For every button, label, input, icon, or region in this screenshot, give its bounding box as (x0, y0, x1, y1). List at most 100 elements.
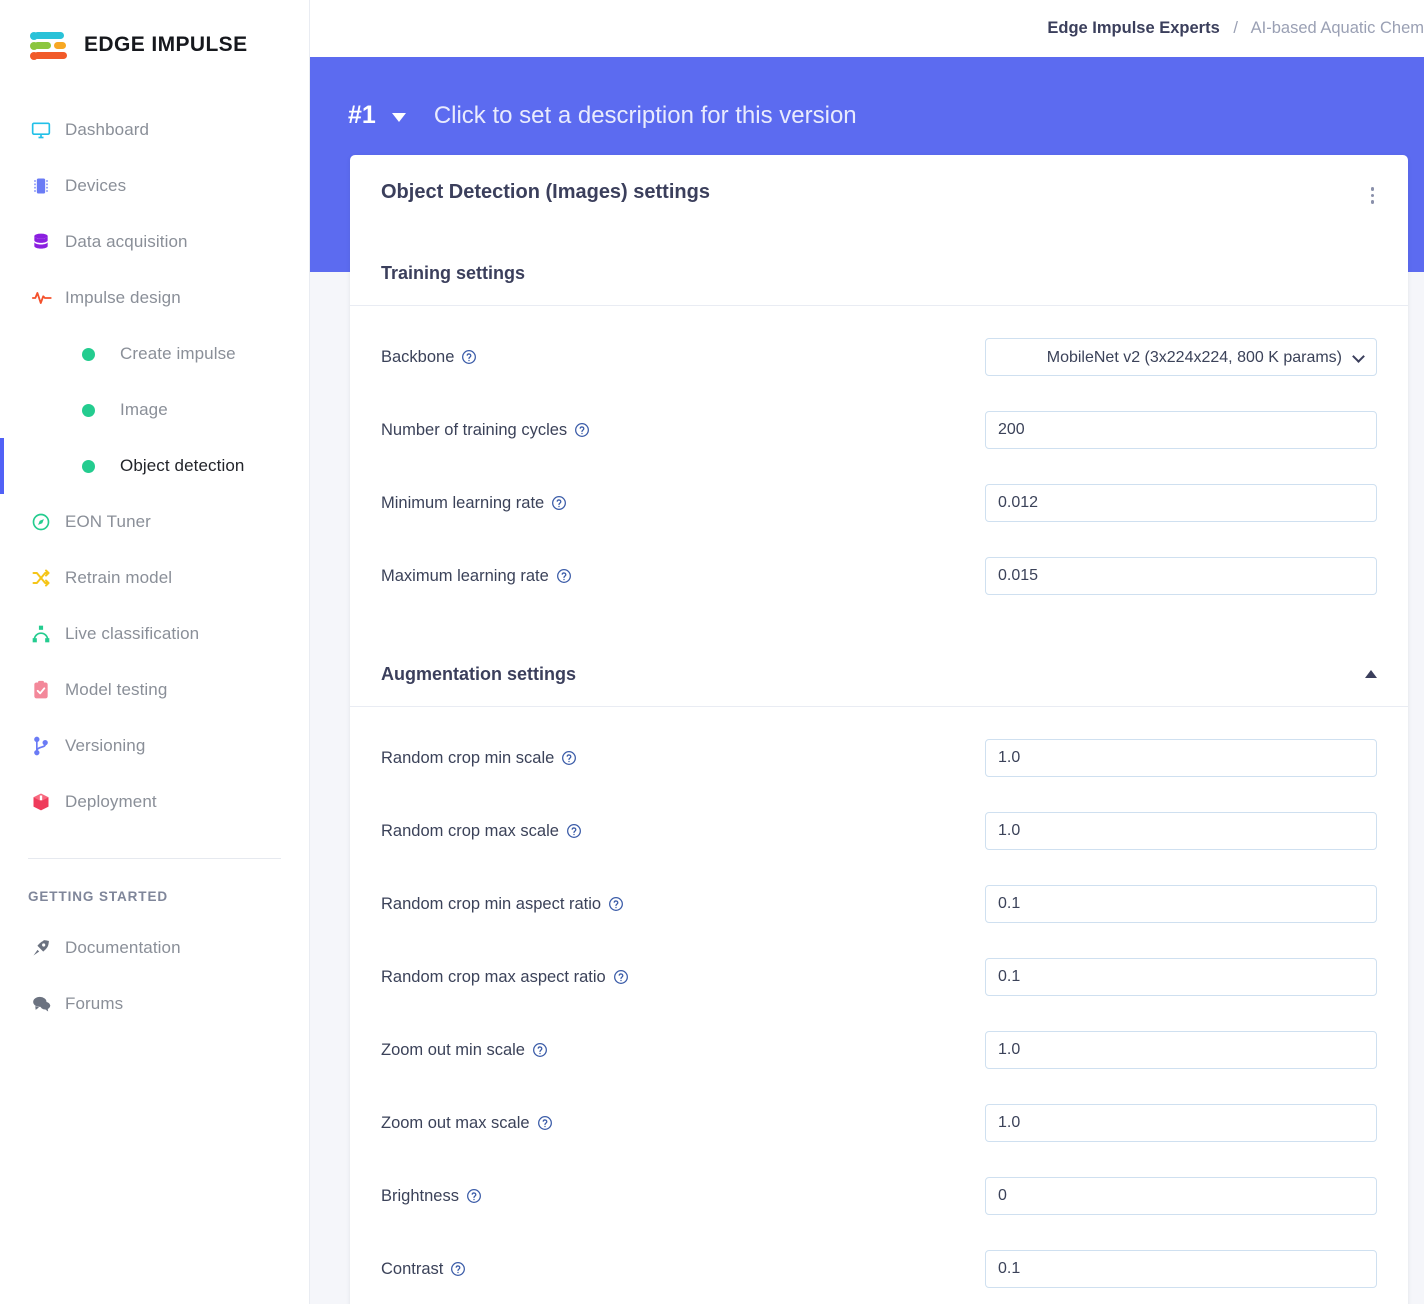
field-control (985, 484, 1377, 522)
version-description[interactable]: Click to set a description for this vers… (434, 102, 857, 130)
zoom-out-max-scale-input[interactable] (985, 1104, 1377, 1142)
help-icon[interactable] (551, 495, 567, 511)
edge-impulse-logo-icon (28, 30, 72, 60)
sidebar-item-deployment[interactable]: Deployment (0, 774, 309, 830)
help-icon[interactable] (574, 422, 590, 438)
compass-icon (31, 512, 65, 532)
status-dot-icon (82, 347, 120, 361)
sidebar-item-devices[interactable]: Devices (0, 158, 309, 214)
branch-icon (31, 736, 65, 756)
help-icon[interactable] (556, 568, 572, 584)
field-label-text: Random crop min aspect ratio (381, 894, 602, 913)
field-training-cycles: Number of training cycles (381, 401, 1377, 460)
field-backbone: Backbone MobileNet v2 (3x224x224, 800 K … (381, 328, 1377, 387)
sidebar-item-impulse-design[interactable]: Impulse design (0, 270, 309, 326)
help-icon[interactable] (561, 750, 577, 766)
help-icon[interactable] (537, 1115, 553, 1131)
sidebar-item-label: Retrain model (65, 568, 173, 587)
field-contrast: Contrast (381, 1240, 1377, 1299)
augmentation-fields: Random crop min scale Random crop max sc… (350, 707, 1408, 1304)
sidebar-item-documentation[interactable]: Documentation (0, 920, 309, 976)
chevron-down-icon[interactable] (391, 113, 406, 122)
field-label: Zoom out min scale (381, 1041, 985, 1060)
field-random-crop-max-aspect-ratio: Random crop max aspect ratio (381, 948, 1377, 1007)
help-icon[interactable] (613, 969, 629, 985)
field-label: Random crop max aspect ratio (381, 968, 985, 987)
field-control (985, 1250, 1377, 1288)
sidebar: EDGE IMPULSE Dashboard Devices Data acqu… (0, 0, 310, 1304)
random-crop-min-scale-input[interactable] (985, 739, 1377, 777)
sidebar-item-eon-tuner[interactable]: EON Tuner (0, 494, 309, 550)
help-icon[interactable] (461, 349, 477, 365)
breadcrumb: Edge Impulse Experts / AI-based Aquatic … (1047, 19, 1424, 38)
field-control (985, 411, 1377, 449)
backbone-select[interactable]: MobileNet v2 (3x224x224, 800 K params) (985, 338, 1377, 376)
random-crop-max-scale-input[interactable] (985, 812, 1377, 850)
sidebar-item-model-testing[interactable]: Model testing (0, 662, 309, 718)
sidebar-item-label: Image (120, 400, 168, 419)
min-learning-rate-input[interactable] (985, 484, 1377, 522)
breadcrumb-project[interactable]: AI-based Aquatic Chem (1251, 19, 1424, 37)
main-content: Edge Impulse Experts / AI-based Aquatic … (310, 0, 1424, 1304)
random-crop-min-aspect-ratio-input[interactable] (985, 885, 1377, 923)
augmentation-settings-header: Augmentation settings (350, 664, 1408, 685)
kebab-menu-icon[interactable] (1367, 181, 1379, 210)
sidebar-item-data-acquisition[interactable]: Data acquisition (0, 214, 309, 270)
field-label: Contrast (381, 1260, 985, 1279)
field-label: Number of training cycles (381, 421, 985, 440)
brightness-input[interactable] (985, 1177, 1377, 1215)
field-control (985, 1177, 1377, 1215)
sidebar-item-label: EON Tuner (65, 512, 151, 531)
brand-name: EDGE IMPULSE (84, 33, 248, 56)
page-title: Object Detection (Images) settings (381, 181, 710, 203)
sidebar-item-forums[interactable]: Forums (0, 976, 309, 1032)
caret-up-icon[interactable] (1365, 670, 1377, 678)
sidebar-item-label: Impulse design (65, 288, 181, 307)
sidebar-item-retrain-model[interactable]: Retrain model (0, 550, 309, 606)
field-min-learning-rate: Minimum learning rate (381, 474, 1377, 533)
augmentation-settings-heading: Augmentation settings (381, 663, 577, 684)
chip-icon (31, 176, 65, 196)
sidebar-item-label: Forums (65, 994, 124, 1013)
field-zoom-out-min-scale: Zoom out min scale (381, 1021, 1377, 1080)
field-label-text: Zoom out max scale (381, 1113, 530, 1132)
backbone-select-wrap: MobileNet v2 (3x224x224, 800 K params) (985, 338, 1377, 376)
help-icon[interactable] (608, 896, 624, 912)
sidebar-item-dashboard[interactable]: Dashboard (0, 102, 309, 158)
max-learning-rate-input[interactable] (985, 557, 1377, 595)
shuffle-icon (31, 568, 65, 588)
help-icon[interactable] (450, 1261, 466, 1277)
training-cycles-input[interactable] (985, 411, 1377, 449)
training-settings-heading: Training settings (381, 262, 526, 283)
field-label-text: Random crop max aspect ratio (381, 967, 606, 986)
field-label-text: Random crop min scale (381, 748, 555, 767)
sidebar-item-image[interactable]: Image (0, 382, 309, 438)
field-label-text: Number of training cycles (381, 420, 568, 439)
field-label: Minimum learning rate (381, 494, 985, 513)
sidebar-item-label: Dashboard (65, 120, 150, 139)
field-max-learning-rate: Maximum learning rate (381, 547, 1377, 606)
field-control (985, 1031, 1377, 1069)
random-crop-max-aspect-ratio-input[interactable] (985, 958, 1377, 996)
field-label: Random crop min scale (381, 749, 985, 768)
help-icon[interactable] (532, 1042, 548, 1058)
version-banner-inner: #1 Click to set a description for this v… (310, 57, 1424, 130)
zoom-out-min-scale-input[interactable] (985, 1031, 1377, 1069)
sidebar-item-live-classification[interactable]: Live classification (0, 606, 309, 662)
sidebar-item-create-impulse[interactable]: Create impulse (0, 326, 309, 382)
contrast-input[interactable] (985, 1250, 1377, 1288)
brand-logo[interactable]: EDGE IMPULSE (0, 0, 309, 60)
field-control: MobileNet v2 (3x224x224, 800 K params) (985, 338, 1377, 376)
help-icon[interactable] (466, 1188, 482, 1204)
chat-icon (31, 994, 65, 1014)
version-number[interactable]: #1 (348, 101, 376, 130)
field-label: Random crop min aspect ratio (381, 895, 985, 914)
breadcrumb-owner[interactable]: Edge Impulse Experts (1047, 19, 1219, 37)
field-label: Maximum learning rate (381, 567, 985, 586)
sidebar-item-versioning[interactable]: Versioning (0, 718, 309, 774)
status-dot-icon (82, 459, 120, 473)
help-icon[interactable] (566, 823, 582, 839)
field-label: Random crop max scale (381, 822, 985, 841)
field-label: Zoom out max scale (381, 1114, 985, 1133)
sidebar-item-object-detection[interactable]: Object detection (0, 438, 309, 494)
